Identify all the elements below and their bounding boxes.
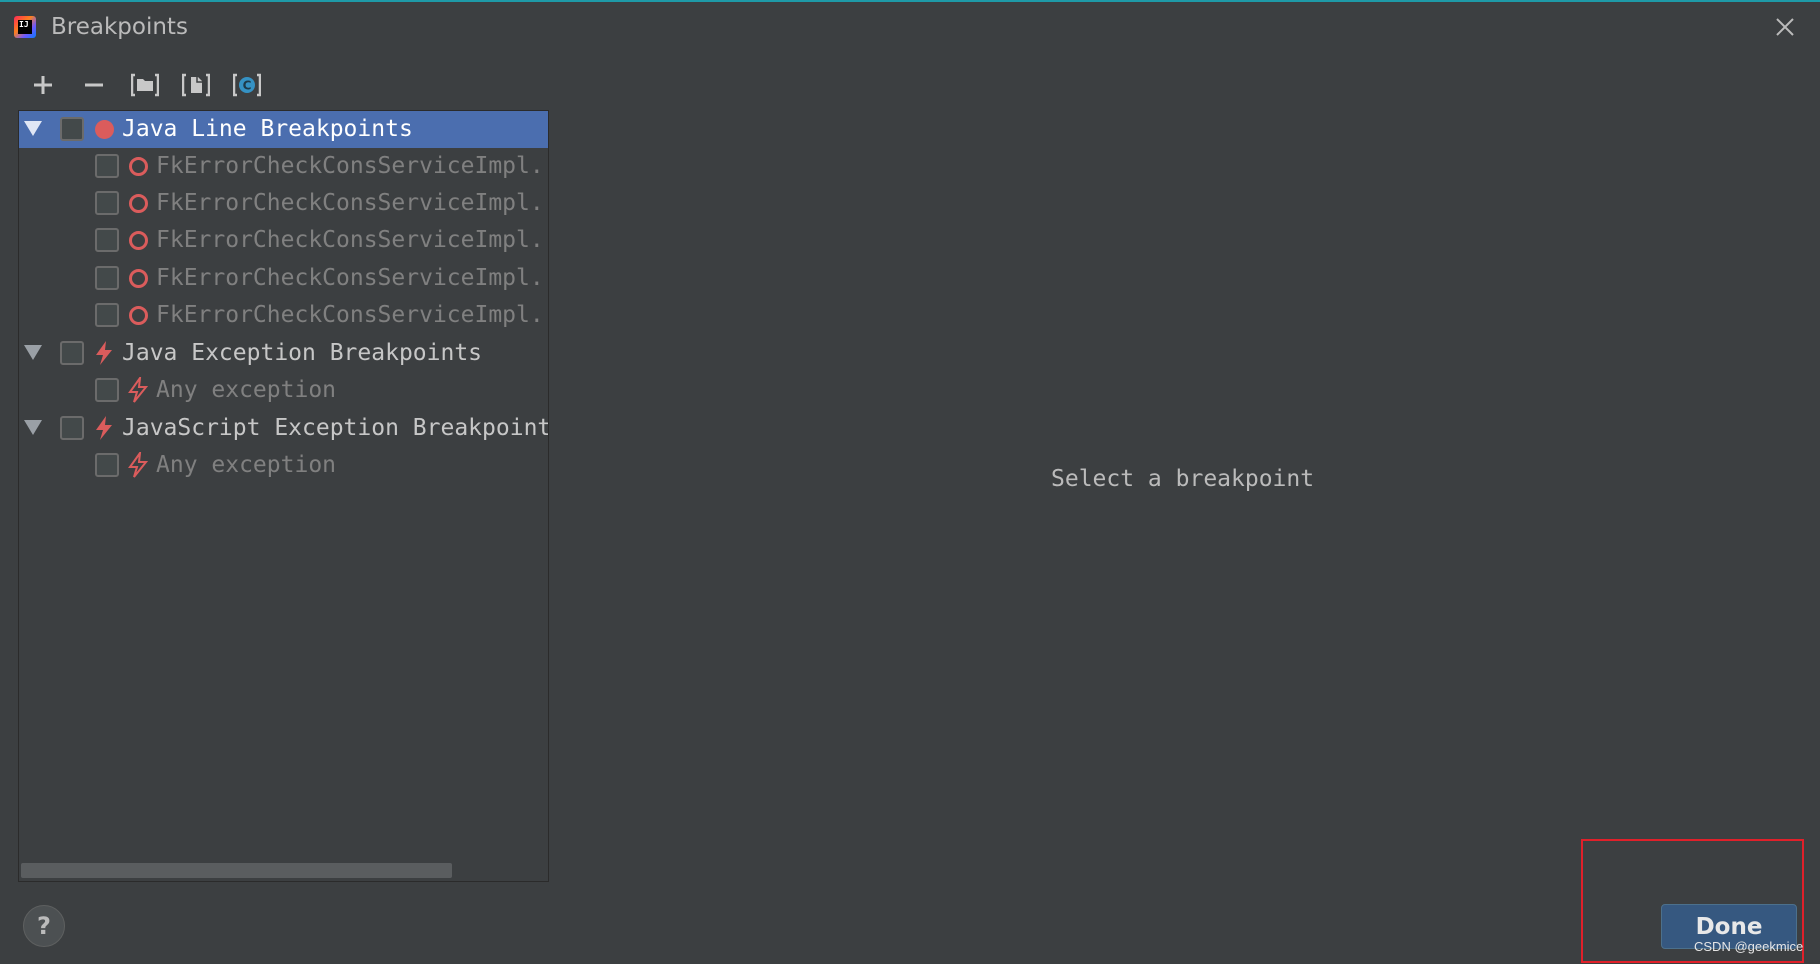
expand-arrow-icon[interactable] bbox=[24, 345, 42, 360]
item-checkbox[interactable] bbox=[95, 303, 119, 327]
item-label: Any exception bbox=[156, 452, 337, 478]
close-icon bbox=[1776, 18, 1794, 36]
tree-item-breakpoint[interactable]: FkErrorCheckConsServiceImpl. bbox=[19, 297, 548, 334]
exception-bolt-outline-icon bbox=[128, 377, 149, 403]
minus-icon bbox=[85, 83, 103, 87]
group-checkbox[interactable] bbox=[60, 117, 84, 141]
item-label: FkErrorCheckConsServiceImpl. bbox=[156, 302, 544, 328]
title-bar: IJ Breakpoints bbox=[0, 4, 1820, 52]
item-checkbox[interactable] bbox=[95, 154, 119, 178]
group-label: Java Exception Breakpoints bbox=[122, 340, 483, 366]
add-breakpoint-button[interactable] bbox=[28, 70, 58, 100]
group-by-package-button[interactable] bbox=[130, 70, 160, 100]
group-checkbox[interactable] bbox=[60, 341, 84, 365]
group-label: JavaScript Exception Breakpoint bbox=[122, 415, 549, 441]
tree-item-breakpoint[interactable]: Any exception bbox=[19, 372, 548, 409]
exception-bolt-outline-icon bbox=[128, 452, 149, 478]
tree-item-breakpoint[interactable]: FkErrorCheckConsServiceImpl. bbox=[19, 148, 548, 185]
item-checkbox[interactable] bbox=[95, 453, 119, 477]
details-placeholder: Select a breakpoint bbox=[1051, 466, 1315, 492]
item-checkbox[interactable] bbox=[95, 191, 119, 215]
intellij-app-icon: IJ bbox=[14, 16, 36, 38]
expand-arrow-icon[interactable] bbox=[24, 121, 42, 136]
item-checkbox[interactable] bbox=[95, 378, 119, 402]
breakpoint-filled-icon bbox=[95, 120, 114, 139]
breakpoint-hollow-icon bbox=[129, 157, 148, 176]
exception-bolt-icon bbox=[96, 416, 112, 440]
help-button[interactable]: ? bbox=[23, 905, 65, 947]
tree-group-java-exception-breakpoints[interactable]: Java Exception Breakpoints bbox=[19, 335, 548, 372]
item-label: Any exception bbox=[156, 377, 337, 403]
tree-group-java-line-breakpoints[interactable]: Java Line Breakpoints bbox=[19, 111, 548, 148]
expand-arrow-icon[interactable] bbox=[24, 420, 42, 435]
exception-bolt-icon bbox=[96, 341, 112, 365]
breakpoints-tree[interactable]: Java Line Breakpoints FkErrorCheckConsSe… bbox=[18, 110, 549, 882]
dialog-title: Breakpoints bbox=[51, 14, 188, 40]
app-icon-text: IJ bbox=[18, 20, 32, 34]
item-label: FkErrorCheckConsServiceImpl. bbox=[156, 265, 544, 291]
close-button[interactable] bbox=[1772, 14, 1798, 40]
svg-text:C: C bbox=[243, 79, 252, 93]
item-checkbox[interactable] bbox=[95, 228, 119, 252]
group-by-package-icon bbox=[131, 73, 159, 97]
breakpoint-hollow-icon bbox=[129, 306, 148, 325]
plus-icon bbox=[34, 76, 52, 94]
group-checkbox[interactable] bbox=[60, 416, 84, 440]
horizontal-scrollbar[interactable] bbox=[21, 863, 452, 878]
tree-item-breakpoint[interactable]: FkErrorCheckConsServiceImpl. bbox=[19, 222, 548, 259]
tree-group-javascript-exception-breakpoints[interactable]: JavaScript Exception Breakpoint bbox=[19, 410, 549, 447]
item-label: FkErrorCheckConsServiceImpl. bbox=[156, 227, 544, 253]
item-label: FkErrorCheckConsServiceImpl. bbox=[156, 190, 544, 216]
breakpoint-hollow-icon bbox=[129, 269, 148, 288]
breakpoints-dialog: IJ Breakpoints C Java Line Breakpoints F… bbox=[0, 0, 1820, 964]
breakpoint-hollow-icon bbox=[129, 231, 148, 250]
group-by-file-button[interactable] bbox=[181, 70, 211, 100]
tree-item-breakpoint[interactable]: FkErrorCheckConsServiceImpl. bbox=[19, 260, 548, 297]
tree-item-breakpoint[interactable]: FkErrorCheckConsServiceImpl. bbox=[19, 185, 548, 222]
item-label: FkErrorCheckConsServiceImpl. bbox=[156, 153, 544, 179]
item-checkbox[interactable] bbox=[95, 266, 119, 290]
remove-breakpoint-button[interactable] bbox=[79, 70, 109, 100]
watermark: CSDN @geekmice bbox=[1694, 939, 1804, 954]
breakpoint-hollow-icon bbox=[129, 194, 148, 213]
group-by-file-icon bbox=[182, 73, 210, 97]
group-by-class-icon: C bbox=[233, 73, 261, 97]
group-label: Java Line Breakpoints bbox=[122, 116, 413, 142]
group-by-class-button[interactable]: C bbox=[232, 70, 262, 100]
tree-item-breakpoint[interactable]: Any exception bbox=[19, 447, 548, 484]
